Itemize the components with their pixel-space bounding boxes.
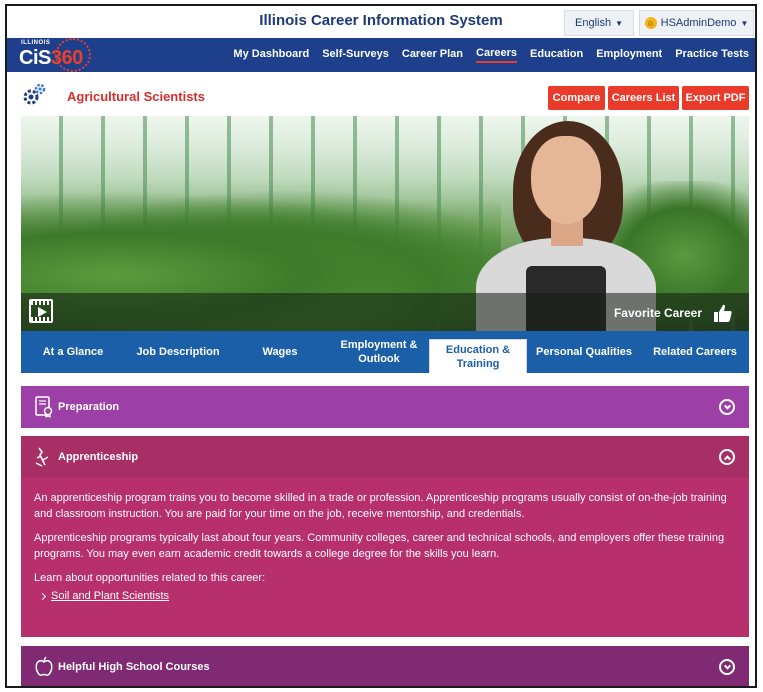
chevron-up-icon [723, 454, 731, 462]
tab-label-line2: Outlook [358, 353, 400, 365]
preparation-section: Preparation [21, 386, 749, 428]
tab-personal-qualities[interactable]: Personal Qualities [527, 331, 641, 373]
high-school-courses-title: Helpful High School Courses [58, 661, 210, 673]
film-strip-top [31, 301, 51, 305]
apprenticeship-title: Apprenticeship [58, 451, 139, 463]
caret-down-icon: ▼ [615, 18, 623, 28]
nav-items: My Dashboard Self-Surveys Career Plan Ca… [233, 38, 749, 72]
nav-education[interactable]: Education [530, 48, 583, 62]
thumbs-up-icon[interactable] [713, 303, 733, 323]
nav-career-plan[interactable]: Career Plan [402, 48, 463, 62]
apprenticeship-body: An apprenticeship program trains you to … [21, 478, 749, 637]
apple-icon [35, 656, 53, 676]
logo-360-text: 360 [50, 47, 83, 69]
main-nav: ILLINOIS CiS360 My Dashboard Self-Survey… [7, 38, 755, 72]
apprenticeship-paragraph-3: Learn about opportunities related to thi… [34, 572, 266, 584]
tab-label: Related Careers [653, 346, 737, 358]
tab-label: At a Glance [42, 346, 104, 358]
soil-plant-scientists-link[interactable]: Soil and Plant Scientists [51, 590, 169, 602]
user-menu[interactable]: ☺ HSAdminDemo ▼ [639, 10, 754, 36]
logo-cis-text: CiS [19, 47, 51, 69]
tab-related-careers[interactable]: Related Careers [641, 331, 749, 373]
video-play-icon[interactable] [29, 299, 53, 323]
nav-employment[interactable]: Employment [596, 48, 662, 62]
apprenticeship-header[interactable]: Apprenticeship [21, 436, 749, 478]
expand-toggle-icon[interactable] [719, 659, 735, 675]
language-dropdown[interactable]: English ▼ [564, 10, 634, 36]
expand-toggle-icon[interactable] [719, 399, 735, 415]
nav-practice-tests[interactable]: Practice Tests [675, 48, 749, 62]
tab-label: Job Description [136, 346, 220, 358]
tab-education-training[interactable]: Education & Training [429, 339, 527, 380]
language-label: English [575, 17, 612, 29]
smiley-icon: ☺ [644, 17, 657, 29]
app-window: Illinois Career Information System Engli… [5, 4, 757, 688]
apprenticeship-paragraph-2: Apprenticeship programs typically last a… [34, 532, 725, 560]
tab-employment-outlook[interactable]: Employment & Outlook [329, 331, 429, 373]
chevron-right-icon [38, 592, 47, 600]
film-strip-bottom [31, 317, 51, 321]
career-header: Agricultural Scientists Compare Careers … [7, 72, 755, 116]
top-bar: Illinois Career Information System Engli… [7, 6, 755, 38]
logo-wordmark: CiS360 [19, 47, 83, 70]
high-school-courses-header[interactable]: Helpful High School Courses [21, 646, 749, 686]
chevron-down-icon [723, 402, 731, 410]
tab-wages[interactable]: Wages [231, 331, 329, 373]
high-school-courses-section: Helpful High School Courses [21, 646, 749, 686]
apprentice-tool-icon [35, 447, 49, 467]
caret-down-icon: ▼ [740, 18, 749, 28]
preparation-header[interactable]: Preparation [21, 386, 749, 428]
play-triangle [38, 307, 47, 317]
preparation-title: Preparation [58, 401, 120, 413]
tab-label: Education & [445, 343, 511, 356]
cis360-logo[interactable]: ILLINOIS CiS360 [17, 38, 97, 72]
careers-list-button[interactable]: Careers List [608, 86, 679, 110]
tab-job-description[interactable]: Job Description [125, 331, 231, 373]
tab-label: Wages [262, 346, 298, 358]
favorite-career-label[interactable]: Favorite Career [614, 306, 702, 320]
career-hero-image: Favorite Career [21, 116, 749, 331]
apprenticeship-section: Apprenticeship An apprenticeship program… [21, 436, 749, 637]
user-name: HSAdminDemo [660, 17, 737, 29]
career-title: Agricultural Scientists [67, 89, 205, 104]
certificate-icon [35, 396, 53, 418]
tab-label: Employment & [340, 339, 418, 351]
career-tabs: At a Glance Job Description Wages Employ… [21, 331, 749, 380]
logo-state: ILLINOIS [21, 40, 51, 46]
tab-at-a-glance[interactable]: At a Glance [21, 331, 125, 373]
export-pdf-button[interactable]: Export PDF [682, 86, 749, 110]
chevron-down-icon [723, 662, 731, 670]
gears-icon [23, 83, 46, 105]
nav-my-dashboard[interactable]: My Dashboard [233, 48, 309, 62]
related-career-link-row: Soil and Plant Scientists [38, 590, 736, 602]
tab-label-line2: Training [456, 357, 500, 370]
tab-label: Personal Qualities [536, 346, 632, 358]
nav-careers[interactable]: Careers [476, 47, 518, 63]
compare-button[interactable]: Compare [548, 86, 605, 110]
apprenticeship-paragraph-1: An apprenticeship program trains you to … [34, 492, 727, 520]
collapse-toggle-icon[interactable] [719, 449, 735, 465]
nav-self-surveys[interactable]: Self-Surveys [322, 48, 389, 62]
scientist-face [531, 136, 601, 224]
